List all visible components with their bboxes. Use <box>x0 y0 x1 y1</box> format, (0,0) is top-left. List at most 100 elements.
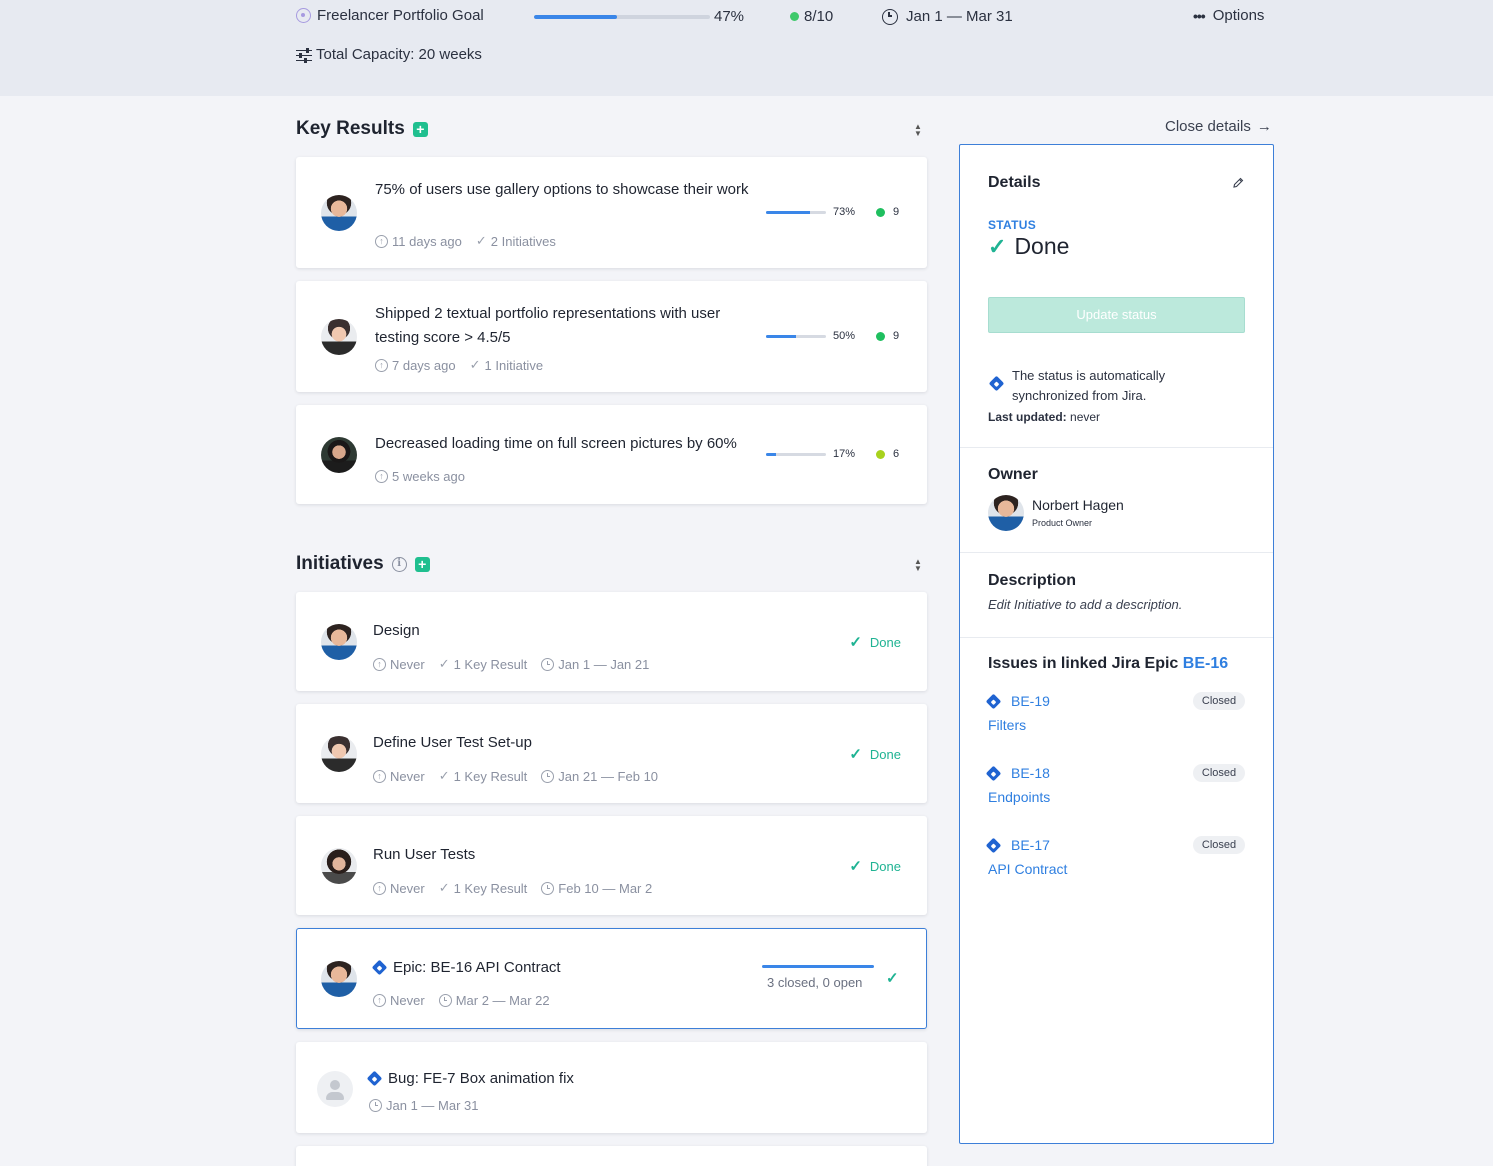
total-capacity: Total Capacity: 20 weeks <box>296 46 482 63</box>
initiative-updated: Never <box>390 656 425 672</box>
check-icon: ✓ <box>988 233 1007 259</box>
close-details-button[interactable]: Close details → <box>1165 118 1272 135</box>
issue-key-link[interactable]: BE-17 <box>985 837 1050 853</box>
key-results-title: Key Results <box>296 118 405 139</box>
status-badge: ✓ Done <box>849 745 901 763</box>
initiative-dates: Jan 1 — Jan 21 <box>558 656 650 672</box>
last-updated: Last updated: never <box>988 410 1100 424</box>
last-updated-value: never <box>1070 410 1101 424</box>
key-result-title: Shipped 2 textual portfolio representati… <box>375 305 721 346</box>
epic-link[interactable]: BE-16 <box>1183 655 1228 672</box>
initiative-dates: Jan 21 — Feb 10 <box>558 768 659 784</box>
key-result-progress-percent: 17% <box>833 448 856 460</box>
update-status-button[interactable]: Update status <box>988 297 1245 333</box>
last-updated-label: Last updated: <box>988 410 1067 424</box>
issue-name-link[interactable]: Endpoints <box>988 789 1050 805</box>
edit-pencil-icon[interactable] <box>1232 177 1244 189</box>
key-results-heading: Key Results + <box>296 118 428 140</box>
status-value: ✓ Done <box>988 233 1069 260</box>
key-result-card[interactable]: Decreased loading time on full screen pi… <box>296 405 927 504</box>
info-icon[interactable]: i <box>391 556 407 572</box>
key-result-progress-bar <box>766 453 826 456</box>
initiative-key-results: 1 Key Result <box>453 768 528 784</box>
initiative-card[interactable]: Define User Test Set-up ↑ Never ✓ 1 Key Re… <box>296 704 927 803</box>
clock-icon <box>541 881 555 895</box>
key-result-card[interactable]: Shipped 2 textual portfolio representati… <box>296 281 927 392</box>
key-result-title: 75% of users use gallery options to show… <box>375 181 749 198</box>
check-icon: ✓ <box>475 233 487 248</box>
key-result-progress-bar <box>766 211 826 214</box>
initiative-dates: Mar 2 — Mar 22 <box>455 993 550 1008</box>
key-result-progress-fill <box>766 211 810 214</box>
divider <box>960 552 1273 553</box>
initiative-card-partial[interactable] <box>296 1146 927 1166</box>
initiative-card[interactable]: Run User Tests ↑ Never ✓ 1 Key Result Feb … <box>296 816 927 915</box>
clock-icon <box>369 1099 382 1112</box>
status-text: Done <box>869 634 901 650</box>
check-icon: ✓ <box>438 768 450 783</box>
initiative-key-results: 1 Key Result <box>453 656 528 672</box>
initiative-meta: ↑ Never Mar 2 — Mar 22 <box>373 993 550 1008</box>
epic-progress-bar <box>762 965 874 968</box>
add-initiative-button[interactable]: + <box>414 556 430 572</box>
initiative-card-selected[interactable]: Epic: BE-16 API Contract ↑ Never Mar 2 — … <box>296 928 927 1029</box>
avatar <box>321 736 357 772</box>
goal-progress-bar <box>534 15 710 19</box>
key-result-score: 9 <box>876 330 899 342</box>
initiative-title-text: Bug: FE-7 Box animation fix <box>388 1070 574 1087</box>
avatar <box>321 624 357 660</box>
check-icon: ✓ <box>849 858 862 875</box>
options-label: Options <box>1212 7 1265 24</box>
initiative-card[interactable]: Bug: FE-7 Box animation fix Jan 1 — Mar … <box>296 1042 927 1133</box>
key-result-score-text: 9 <box>893 330 900 342</box>
initiative-updated: Never <box>390 993 425 1008</box>
issue-name-link[interactable]: API Contract <box>988 861 1067 877</box>
clock-icon <box>882 8 898 25</box>
key-result-card[interactable]: 75% of users use gallery options to show… <box>296 157 927 268</box>
key-result-progress-fill <box>766 335 796 338</box>
owner-role: Product Owner <box>1032 518 1093 528</box>
jira-icon <box>366 1070 383 1087</box>
issue-name-link[interactable]: Filters <box>988 717 1026 733</box>
issue-key-text: BE-18 <box>1011 765 1050 781</box>
key-result-meta: ↑ 7 days ago ✓ 1 Initiative <box>375 357 543 373</box>
initiative-card[interactable]: Design ↑ Never ✓ 1 Key Result Jan 1 — Jan … <box>296 592 927 691</box>
issue-status-badge: Closed <box>1193 764 1245 782</box>
key-result-meta: ↑ 11 days ago ✓ 2 Initiatives <box>375 233 556 249</box>
initiative-title-text: Run User Tests <box>373 846 476 863</box>
issue-key-link[interactable]: BE-18 <box>985 765 1050 781</box>
update-icon: ↑ <box>373 657 386 671</box>
initiative-title-text: Epic: BE-16 API Contract <box>393 959 561 976</box>
details-title: Details <box>988 174 1041 191</box>
description-text: Edit Initiative to add a description. <box>988 597 1183 612</box>
sync-info-text: The status is automatically synchronized… <box>1012 368 1166 403</box>
issues-heading: Issues in linked Jira Epic BE-16 <box>988 655 1228 673</box>
goal-dates-text: Jan 1 — Mar 31 <box>906 8 1013 25</box>
jira-icon <box>985 765 1002 781</box>
check-icon: ✓ <box>886 970 899 987</box>
jira-icon <box>988 375 1005 392</box>
owner-name[interactable]: Norbert Hagen <box>1032 497 1124 513</box>
divider <box>960 447 1273 448</box>
score-dot-icon <box>876 331 885 341</box>
add-key-result-button[interactable]: + <box>412 121 428 137</box>
issue-status-badge: Closed <box>1193 692 1245 710</box>
key-result-progress-bar <box>766 335 826 338</box>
key-result-initiatives: 1 Initiative <box>484 357 544 373</box>
initiative-meta: Jan 1 — Mar 31 <box>369 1098 479 1113</box>
update-icon: ↑ <box>373 994 386 1007</box>
key-result-updated: 7 days ago <box>392 357 456 373</box>
options-button[interactable]: ••• Options <box>1193 7 1264 24</box>
goal-title[interactable]: Freelancer Portfolio Goal <box>296 7 484 24</box>
sort-key-results-icon[interactable]: ▲ ▼ <box>913 123 923 138</box>
clock-icon <box>541 769 555 783</box>
goal-header: Freelancer Portfolio Goal 47% 8/10 Jan 1… <box>0 0 1493 96</box>
check-icon: ✓ <box>438 656 450 671</box>
key-result-score-text: 9 <box>893 206 900 218</box>
issue-key-link[interactable]: BE-19 <box>985 693 1050 709</box>
avatar <box>321 437 357 473</box>
avatar <box>321 195 357 231</box>
check-icon: ✓ <box>849 634 862 651</box>
sort-initiatives-icon[interactable]: ▲ ▼ <box>913 558 923 573</box>
initiative-title: Epic: BE-16 API Contract <box>371 959 561 976</box>
